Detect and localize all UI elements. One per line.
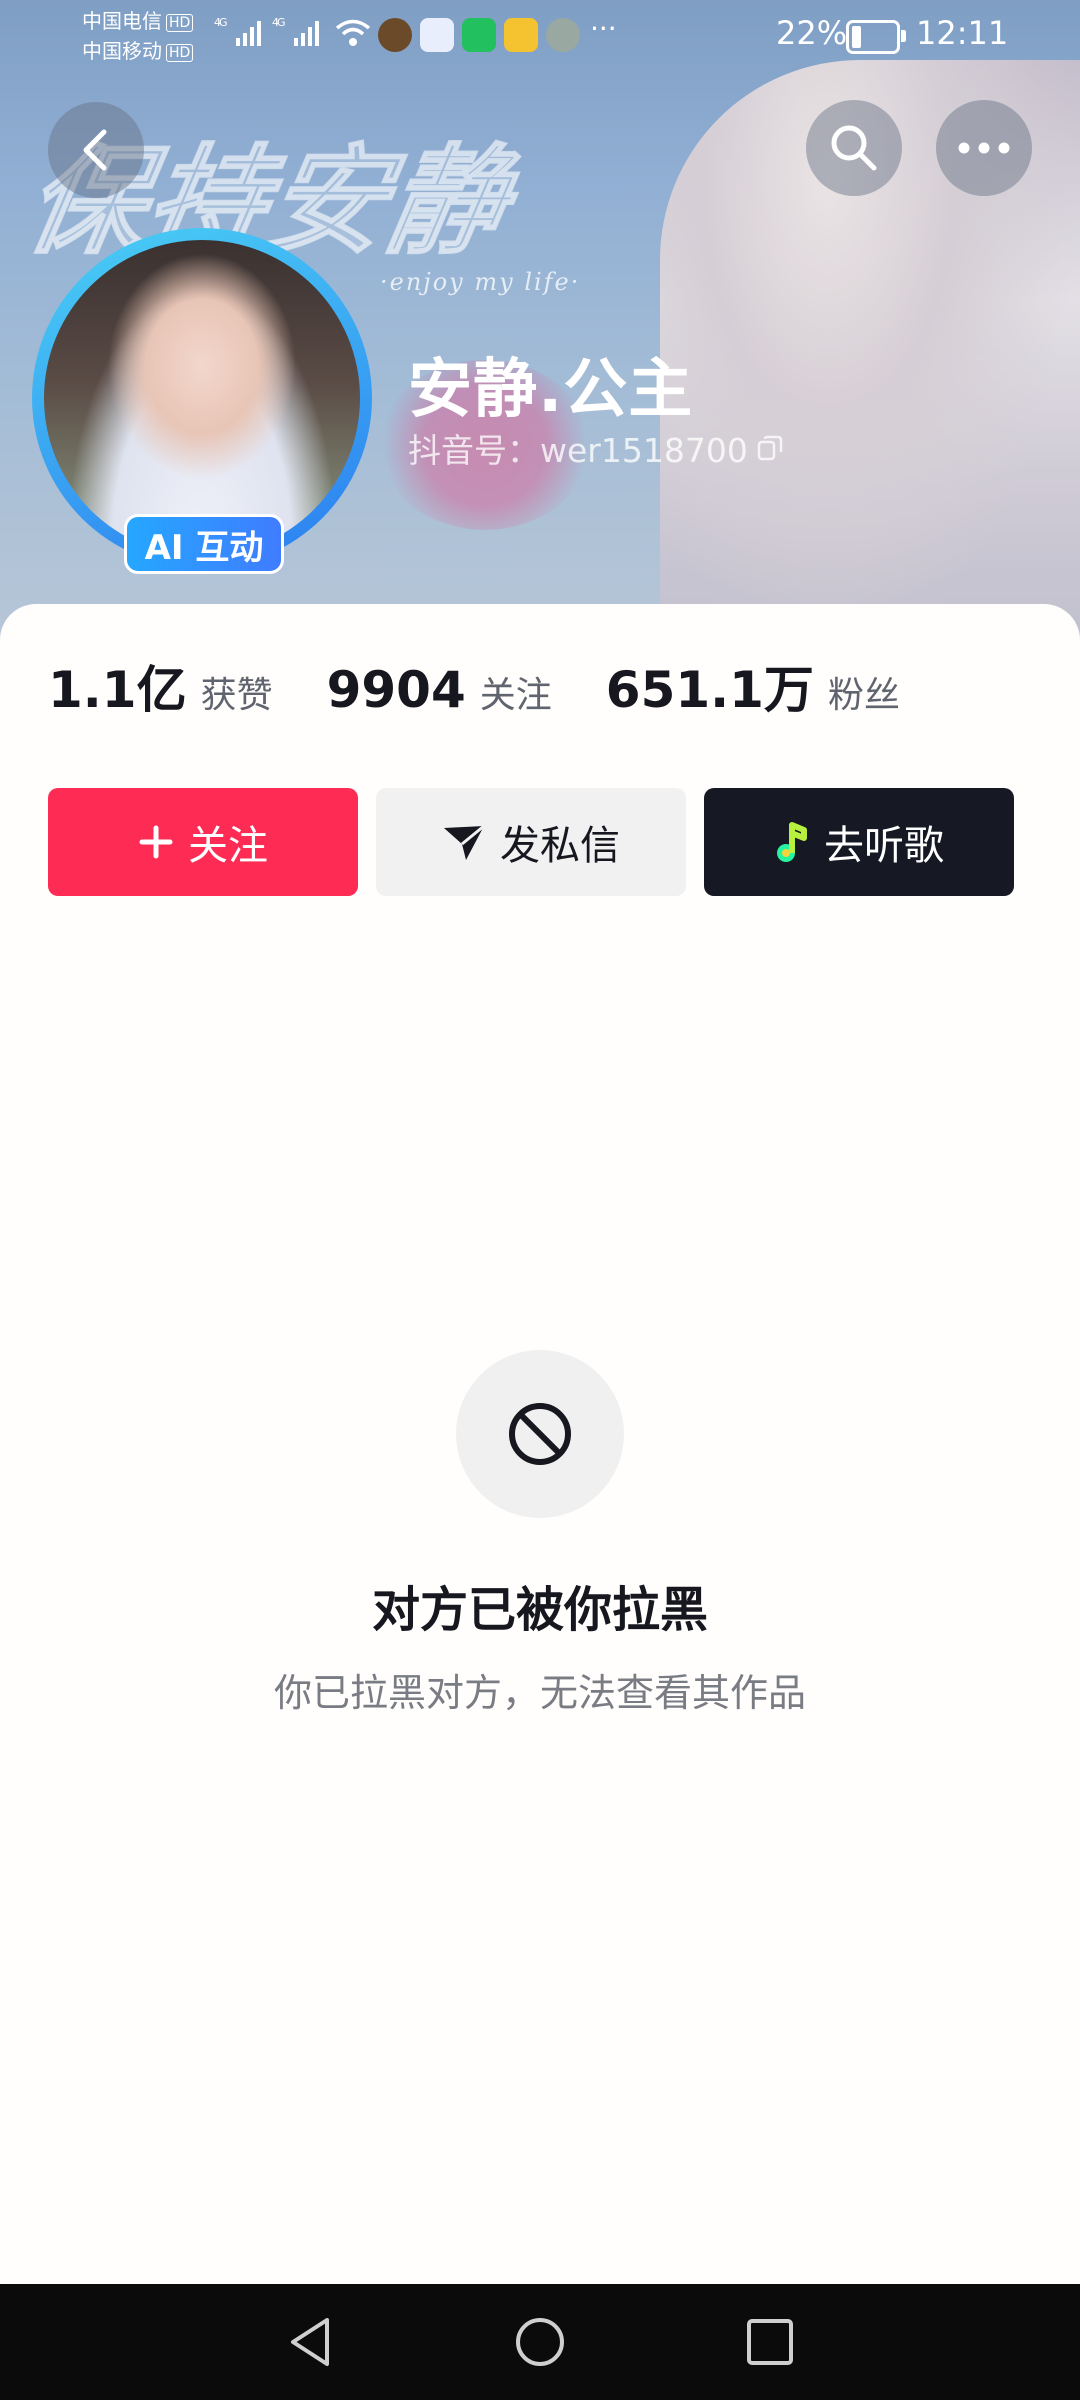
nav-recents-button[interactable] xyxy=(740,2312,800,2372)
signal-icon: 4G xyxy=(272,14,328,54)
nav-recents-icon xyxy=(747,2319,793,2365)
profile-name: 安静.公主 xyxy=(408,353,694,427)
message-label: 发私信 xyxy=(500,823,620,869)
hd-badge: HD xyxy=(166,13,194,32)
blocked-icon xyxy=(509,1403,571,1465)
more-notifications-indicator: ··· xyxy=(590,12,617,45)
battery-percent: 22% xyxy=(776,14,848,52)
copy-icon[interactable] xyxy=(756,434,784,462)
carrier-1-name: 中国电信 xyxy=(82,9,162,33)
carrier-1: 中国电信 HD xyxy=(82,8,194,34)
clock: 12:11 xyxy=(916,14,1009,52)
carrier-2-name: 中国移动 xyxy=(82,39,162,63)
more-button[interactable] xyxy=(936,100,1032,196)
system-navigation-bar xyxy=(0,2284,1080,2400)
listen-music-button[interactable]: 去听歌 xyxy=(704,788,1014,896)
plus-icon xyxy=(139,825,173,859)
battery-level xyxy=(852,26,861,48)
followers-count[interactable]: 651.1万 xyxy=(606,650,814,722)
status-bar: 中国电信 HD 中国移动 HD 4G 4G ··· 22% 12:11 xyxy=(0,0,1080,72)
nav-home-button[interactable] xyxy=(510,2312,570,2372)
followers-label[interactable]: 粉丝 xyxy=(828,666,900,718)
network-type-1: 4G xyxy=(214,16,227,29)
notification-icons xyxy=(378,18,580,52)
blocked-description: 你已拉黑对方，无法查看其作品 xyxy=(273,1671,806,1715)
follow-button[interactable]: 关注 xyxy=(48,788,358,896)
blocked-icon-container xyxy=(456,1350,624,1518)
more-icon xyxy=(958,142,1010,154)
likes-label[interactable]: 获赞 xyxy=(201,666,273,718)
battery-icon xyxy=(846,20,906,54)
profile-card: 1.1亿 获赞 9904 关注 651.1万 粉丝 关注 发私信 去听歌 对方已被你拉… xyxy=(0,604,1080,2284)
profile-screen: 保持安静 ·enjoy my life· 中国电信 HD 中国移动 HD 4G 4G… xyxy=(0,0,1080,2400)
nav-back-icon xyxy=(291,2318,329,2366)
profile-id[interactable]: 抖音号：wer1518700 xyxy=(408,424,784,472)
ai-interact-badge[interactable]: AI 互动 xyxy=(124,514,284,574)
listen-music-label: 去听歌 xyxy=(824,823,944,869)
search-button[interactable] xyxy=(806,100,902,196)
likes-count[interactable]: 1.1亿 xyxy=(48,650,187,722)
back-icon xyxy=(83,129,107,171)
send-icon xyxy=(444,824,485,860)
following-count[interactable]: 9904 xyxy=(327,661,466,719)
banner-deco-subtext: ·enjoy my life· xyxy=(380,268,581,296)
nav-home-icon xyxy=(516,2318,564,2366)
avatar[interactable] xyxy=(44,240,360,556)
nav-back-button[interactable] xyxy=(280,2312,340,2372)
app-notification-icon xyxy=(378,18,412,52)
iqiyi-icon xyxy=(462,18,496,52)
carrier-2: 中国移动 HD xyxy=(82,38,194,64)
following-label[interactable]: 关注 xyxy=(480,666,552,718)
music-note-icon xyxy=(777,822,807,862)
app-notification-icon xyxy=(546,18,580,52)
back-button[interactable] xyxy=(48,102,144,198)
follow-label: 关注 xyxy=(188,823,268,869)
profile-stats: 1.1亿 获赞 9904 关注 651.1万 粉丝 xyxy=(48,650,954,722)
search-icon xyxy=(831,125,877,171)
blocked-title: 对方已被你拉黑 xyxy=(371,1582,708,1638)
hd-badge: HD xyxy=(166,43,194,62)
network-type-2: 4G xyxy=(272,16,285,29)
message-button[interactable]: 发私信 xyxy=(376,788,686,896)
profile-id-text: 抖音号：wer1518700 xyxy=(408,431,748,470)
signal-icon: 4G xyxy=(214,14,270,54)
wifi-icon xyxy=(334,18,372,54)
app-notification-icon xyxy=(420,18,454,52)
weibo-icon xyxy=(504,18,538,52)
